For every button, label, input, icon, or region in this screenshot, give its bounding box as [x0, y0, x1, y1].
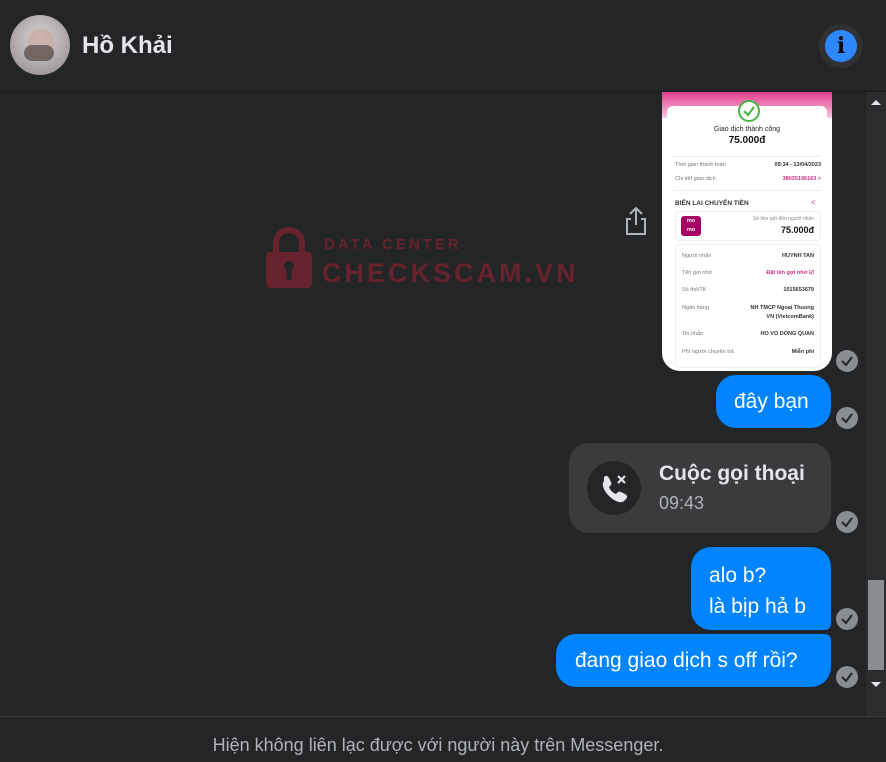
watermark: DATA CENTER CHECKSCAM.VN [262, 222, 576, 292]
receipt-detail-row: Số thẻ/TK 1015653679 [682, 287, 814, 293]
momo-logo: mo mo [681, 216, 701, 236]
detail-value: HO VO DONG QUAN [760, 331, 814, 337]
receipt-status: Giao dịch thành công [713, 126, 781, 133]
scroll-down-arrow-icon[interactable] [866, 674, 886, 694]
detail-label: Tin nhắn [682, 331, 704, 337]
receipt-row-label: Thời gian thanh toán [675, 162, 726, 168]
receipt-row: Thời gian thanh toán 09:34 - 13/04/2023 [675, 162, 821, 168]
receipt-detail-row: Tin nhắn HO VO DONG QUAN [682, 331, 814, 337]
receipt-share-icon: < [811, 198, 816, 207]
conversation-info-button[interactable]: i [819, 24, 863, 68]
watermark-line2: CHECKSCAM.VN [322, 258, 579, 288]
share-icon[interactable] [622, 205, 650, 237]
scrollbar[interactable] [866, 92, 886, 716]
receipt-row: Chi tiết giao dịch 38035196163 > [675, 176, 821, 182]
message-bubble[interactable]: alo b? là bịp hả b [691, 547, 831, 630]
receipt-amount: 75.000đ [728, 135, 766, 146]
detail-value: HUYNH TAN [782, 253, 814, 259]
detail-value: Miễn phí [791, 349, 814, 355]
detail-label: Người nhận [682, 253, 712, 259]
voice-call-bubble[interactable]: Cuộc gọi thoại 09:43 [569, 443, 831, 533]
receipt-row-value: 09:34 - 13/04/2023 [774, 162, 821, 168]
contact-name[interactable]: Hồ Khải [82, 32, 173, 60]
contact-avatar[interactable] [10, 15, 70, 75]
watermark-line1: DATA CENTER [324, 236, 462, 253]
call-time: 09:43 [659, 493, 705, 513]
seen-check-icon [836, 350, 858, 372]
seen-check-icon [836, 608, 858, 630]
missed-call-icon [587, 461, 641, 515]
unavailable-notice: Hiện không liên lạc được với người này t… [212, 735, 664, 755]
receipt-card: Giao dịch thành công 75.000đ Thời gian t… [667, 100, 827, 368]
composer-disabled-notice: Hiện không liên lạc được với người này t… [0, 716, 886, 762]
receipt-section-title: BIÊN LAI CHUYỂN TIỀN [675, 200, 749, 207]
detail-label: Ngân hàng [682, 305, 709, 311]
lock-icon [266, 227, 312, 288]
receipt-image[interactable]: Giao dịch thành công 75.000đ Thời gian t… [662, 92, 832, 371]
detail-label: Phí người chuyển trả [682, 349, 734, 355]
momo-logo-bottom: mo [686, 227, 696, 233]
seen-check-icon [836, 511, 858, 533]
momo-amount-box: mo mo Số tiền gửi đến người nhận 75.000đ [675, 211, 821, 241]
detail-label: Tên gợi nhớ [682, 270, 713, 276]
receipt-divider [673, 190, 821, 191]
receipt-detail-row: Người nhận HUYNH TAN [682, 253, 814, 259]
scroll-up-arrow-icon[interactable] [866, 92, 886, 112]
message-bubble[interactable]: đây bạn [716, 375, 831, 428]
message-bubble[interactable]: đang giao dịch s off rồi? [556, 634, 831, 687]
message-line: alo b? [709, 564, 767, 587]
detail-value: 1015653679 [783, 287, 814, 293]
momo-logo-top: mo [686, 218, 696, 224]
success-check-icon [738, 100, 760, 122]
sent-label: Số tiền gửi đến người nhận [752, 216, 814, 222]
receipt-detail-row: Ngân hàng NH TMCP Ngoai Thuong [682, 305, 814, 311]
avatar-hand [24, 45, 54, 61]
seen-check-icon [836, 407, 858, 429]
message-line: là bịp hả b [709, 595, 806, 618]
sent-amount: 75.000đ [780, 225, 814, 235]
seen-check-icon [836, 666, 858, 688]
receipt-row-value: 38035196163 > [782, 176, 821, 182]
conversation-header: Hồ Khải i [0, 0, 886, 92]
receipt-details: Người nhận HUYNH TAN Tên gợi nhớ Đặt tên… [675, 244, 821, 368]
receipt-detail-row: Tên gợi nhớ Đặt tên gợi nhớ ☑ [682, 270, 814, 276]
message-list[interactable]: DATA CENTER CHECKSCAM.VN Giao dịch thành… [0, 92, 886, 716]
detail-value: NH TMCP Ngoai Thuong [750, 305, 814, 311]
scrollbar-thumb[interactable] [868, 580, 884, 670]
info-icon: i [825, 30, 857, 62]
detail-label: Số thẻ/TK [682, 287, 707, 293]
call-title: Cuộc gọi thoại [659, 462, 805, 485]
receipt-detail-row: Phí người chuyển trả Miễn phí [682, 349, 814, 355]
detail-value: VN (VietcomBank) [766, 314, 814, 320]
receipt-row-label: Chi tiết giao dịch [675, 176, 716, 182]
receipt-divider [673, 156, 821, 157]
detail-value: Đặt tên gợi nhớ ☑ [766, 270, 814, 276]
